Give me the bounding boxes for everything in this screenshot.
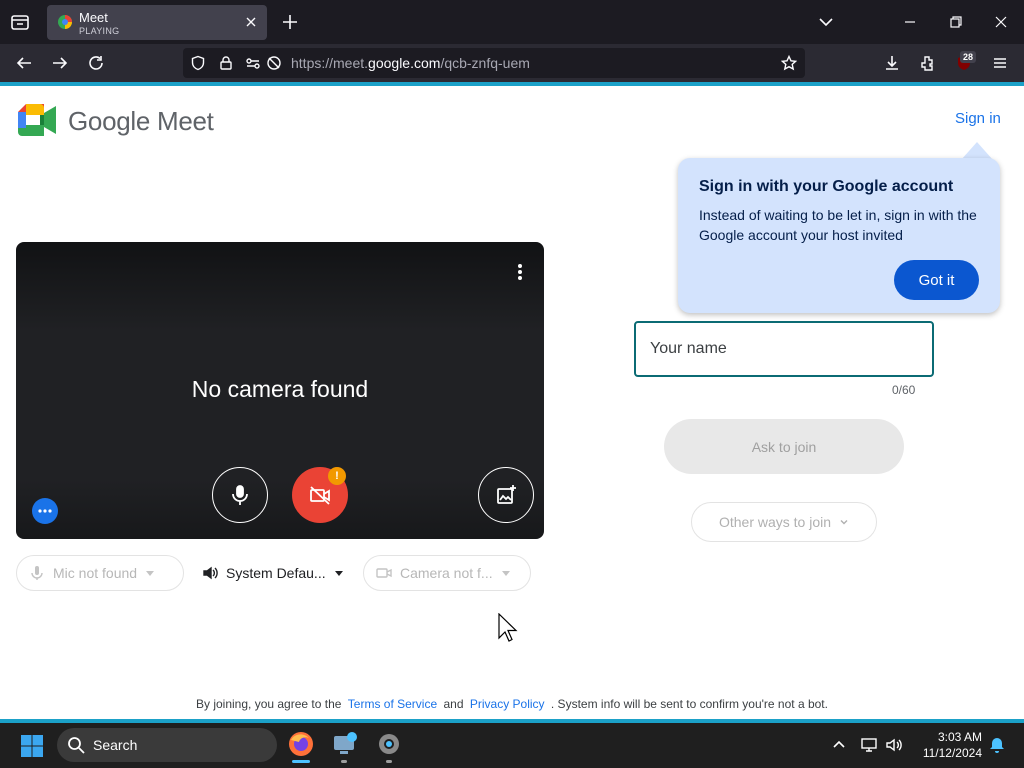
extensions-icon[interactable] xyxy=(918,53,938,73)
tab-playing-label: PLAYING xyxy=(79,26,120,36)
browser-nav-bar: https://meet.google.com/qcb-znfq-uem 28 xyxy=(0,44,1024,82)
tab-title: Meet xyxy=(79,10,108,25)
got-it-button[interactable]: Got it xyxy=(894,260,979,300)
mouse-cursor-icon xyxy=(498,613,518,642)
settings-indicator xyxy=(386,760,392,763)
visual-effects-button[interactable] xyxy=(478,467,534,523)
more-actions-button[interactable] xyxy=(32,498,58,524)
extension-badge: 28 xyxy=(960,51,977,63)
microphone-button[interactable] xyxy=(212,467,268,523)
chevron-down-icon xyxy=(840,520,848,525)
microphone-icon xyxy=(232,485,248,505)
camera-select[interactable]: Camera not f... xyxy=(363,555,531,591)
browser-tab-bar: Meet PLAYING xyxy=(0,0,1024,44)
speaker-icon xyxy=(203,566,218,580)
minimize-icon[interactable] xyxy=(900,12,920,32)
camera-warning-badge: ! xyxy=(328,467,346,485)
mic-select[interactable]: Mic not found xyxy=(16,555,184,591)
url-bar[interactable]: https://meet.google.com/qcb-znfq-uem xyxy=(183,48,805,78)
reload-icon[interactable] xyxy=(86,53,106,73)
chevron-up-icon[interactable] xyxy=(830,736,848,754)
video-preview: No camera found ! xyxy=(16,242,544,539)
firefox-active-indicator xyxy=(292,760,310,763)
sign-in-tooltip: Sign in with your Google account Instead… xyxy=(678,158,1000,313)
other-ways-to-join-button[interactable]: Other ways to join xyxy=(691,502,877,542)
taskbar-clock[interactable]: 3:03 AM 11/12/2024 xyxy=(912,729,982,761)
search-label: Search xyxy=(93,737,138,753)
settings-gear-icon[interactable] xyxy=(375,730,403,758)
visual-effects-icon xyxy=(497,485,516,504)
close-window-icon[interactable] xyxy=(991,12,1011,32)
url-text[interactable]: https://meet.google.com/qcb-znfq-uem xyxy=(291,55,530,71)
network-icon[interactable] xyxy=(860,736,878,754)
back-icon[interactable] xyxy=(14,53,34,73)
lock-icon[interactable] xyxy=(218,55,234,71)
ask-to-join-button[interactable]: Ask to join xyxy=(664,419,904,474)
chevron-down-icon xyxy=(501,571,510,576)
firefox-icon[interactable] xyxy=(287,730,315,758)
brand-title: Google Meet xyxy=(68,106,214,136)
clock-time: 3:03 AM xyxy=(937,730,982,744)
privacy-policy-link[interactable]: Privacy Policy xyxy=(470,697,545,711)
downloads-icon[interactable] xyxy=(882,53,902,73)
google-meet-logo-icon xyxy=(18,104,56,136)
remote-indicator xyxy=(341,760,347,763)
other-ways-label: Other ways to join xyxy=(718,514,832,530)
browser-accent-line xyxy=(0,82,1024,86)
remote-desktop-icon[interactable] xyxy=(331,730,359,758)
speaker-select[interactable]: System Defau... xyxy=(190,555,352,591)
tab-list-icon[interactable] xyxy=(8,10,32,34)
speaker-select-label: System Defau... xyxy=(226,565,326,581)
video-camera-icon xyxy=(376,568,392,578)
menu-icon[interactable] xyxy=(990,53,1010,73)
permissions-icon[interactable] xyxy=(245,55,261,71)
browser-tab-meet[interactable]: Meet PLAYING xyxy=(47,5,267,40)
microphone-icon xyxy=(31,566,43,580)
tracking-blocked-icon[interactable] xyxy=(266,55,282,71)
your-name-input[interactable] xyxy=(634,321,934,377)
taskbar: Search 3:03 AM 11/12/2024 xyxy=(0,723,1024,768)
volume-icon[interactable] xyxy=(885,736,903,754)
new-tab-icon[interactable] xyxy=(280,12,300,32)
restore-icon[interactable] xyxy=(946,12,966,32)
terms-of-service-link[interactable]: Terms of Service xyxy=(348,697,437,711)
windows-start-icon[interactable] xyxy=(20,734,44,758)
taskbar-search[interactable]: Search xyxy=(57,728,277,762)
forward-icon[interactable] xyxy=(50,53,70,73)
meet-favicon-icon xyxy=(58,15,72,29)
camera-select-label: Camera not f... xyxy=(400,565,493,581)
tooltip-body: Instead of waiting to be let in, sign in… xyxy=(699,207,977,243)
char-counter: 0/60 xyxy=(892,383,916,397)
no-camera-message: No camera found xyxy=(191,376,369,402)
three-dots-icon xyxy=(38,509,52,513)
search-icon xyxy=(68,737,85,754)
shield-icon[interactable] xyxy=(190,55,206,71)
close-tab-icon[interactable] xyxy=(243,14,259,30)
list-all-tabs-icon[interactable] xyxy=(816,12,836,32)
notification-bell-icon[interactable] xyxy=(988,736,1006,754)
sign-in-link[interactable]: Sign in xyxy=(955,110,1001,127)
camera-off-icon xyxy=(310,486,330,505)
more-options-icon[interactable] xyxy=(512,262,528,282)
chevron-down-icon xyxy=(334,571,343,576)
mic-select-label: Mic not found xyxy=(53,565,138,581)
chevron-down-icon xyxy=(146,571,155,576)
clock-date: 11/12/2024 xyxy=(922,746,982,760)
tooltip-title: Sign in with your Google account xyxy=(699,178,954,195)
bookmark-star-icon[interactable] xyxy=(781,55,797,71)
terms-footer: By joining, you agree to the Terms of Se… xyxy=(196,697,828,711)
